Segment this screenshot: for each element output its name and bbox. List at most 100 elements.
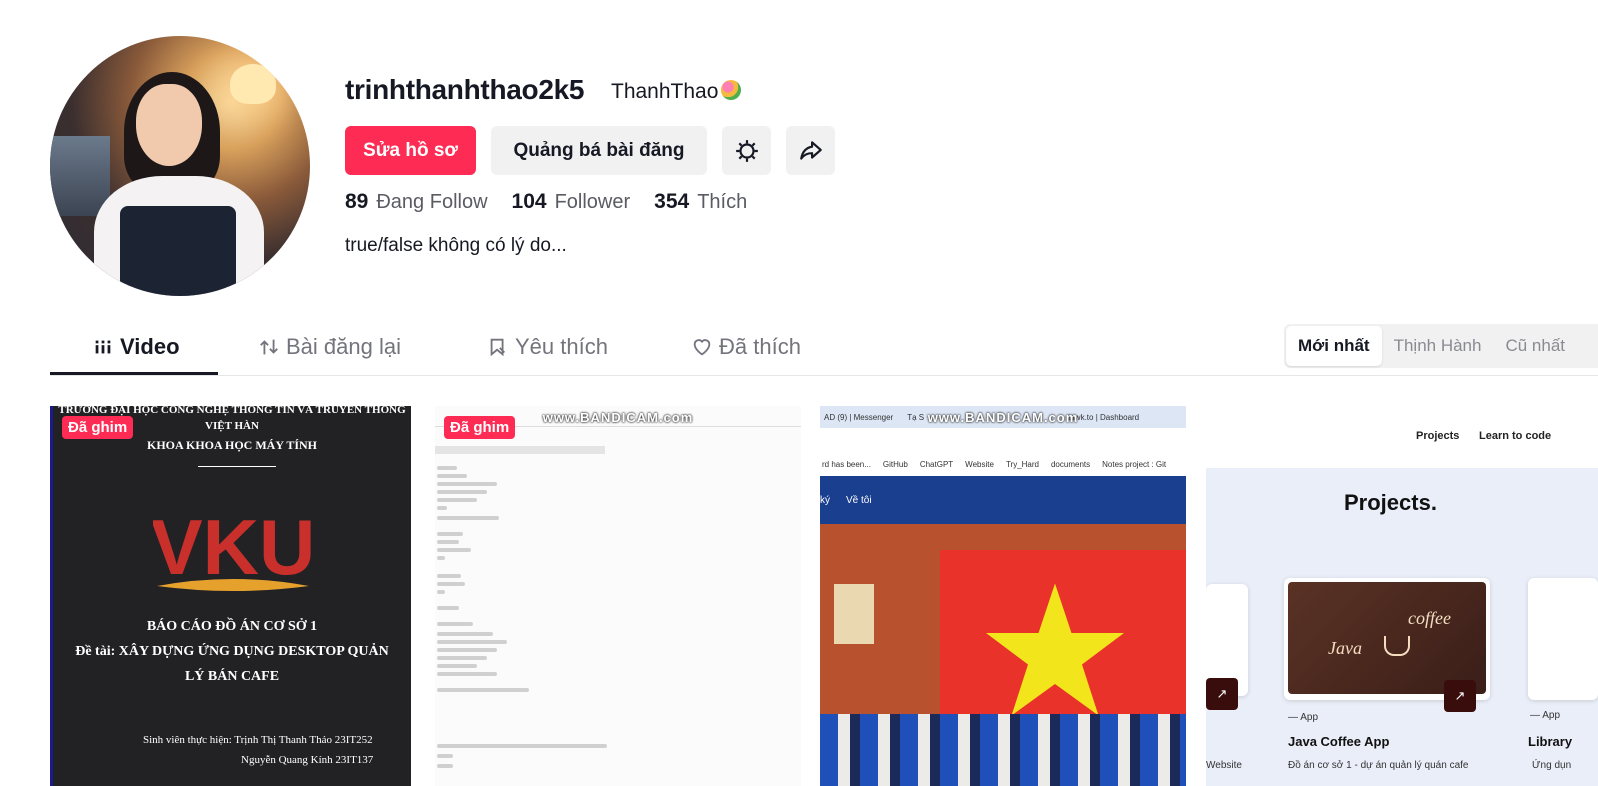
- bookmark-item: documents: [1050, 459, 1091, 469]
- doc-divider: [198, 466, 276, 467]
- doc-student-2: Nguyễn Quang Kính 23IT137: [241, 754, 374, 766]
- following-count: 89: [345, 190, 369, 213]
- tab-liked-label: Đã thích: [719, 334, 801, 359]
- avatar-overall: [120, 206, 236, 296]
- sort-oldest[interactable]: Cũ nhất: [1493, 326, 1577, 366]
- card-tag: — App: [1530, 710, 1561, 721]
- code-line: [437, 688, 529, 692]
- code-line: [437, 622, 473, 626]
- video-card[interactable]: Projects Learn to code Projects. ↗ Java …: [1206, 406, 1598, 786]
- thumb-coffee-text: coffee: [1408, 608, 1451, 628]
- followers-label: Follower: [554, 191, 631, 213]
- hall-scene: [820, 524, 1186, 786]
- tab-video[interactable]: Video: [92, 334, 180, 360]
- code-line: [437, 632, 493, 636]
- tab-liked[interactable]: Đã thích: [691, 334, 801, 360]
- nickname: ThanhThao: [611, 80, 742, 104]
- editor-toolbar: [435, 446, 605, 454]
- projects-title: Projects.: [1344, 490, 1437, 515]
- code-line: [437, 540, 459, 544]
- bookmark-item: Website: [965, 459, 994, 469]
- code-line: [437, 532, 463, 536]
- followers-stat[interactable]: 104 Follower: [512, 190, 631, 214]
- code-line: [437, 656, 487, 660]
- star-icon: [986, 583, 1124, 716]
- avatar-face: [136, 84, 202, 166]
- video-card[interactable]: AD (9) | Messenger Tạ S tawk.to | Dashbo…: [820, 406, 1186, 786]
- likes-count: 354: [654, 190, 690, 213]
- tab-video-label: Video: [120, 334, 180, 359]
- coffee-cup-icon: [1384, 636, 1410, 656]
- code-line: [437, 490, 487, 494]
- username: trinhthanhthao2k5: [345, 74, 585, 105]
- promote-post-button[interactable]: Quảng bá bài đăng: [491, 126, 707, 175]
- bookmark-item: Notes project : Git: [1102, 459, 1167, 469]
- profile-stats: 89 Đang Follow 104 Follower 354 Thích: [345, 190, 747, 214]
- doc-topic-line2: LÝ BÁN CAFE: [184, 669, 280, 684]
- tab-repost-label: Bài đăng lại: [286, 334, 401, 359]
- site-nav: ký Về tôi: [820, 476, 1186, 524]
- code-line: [437, 516, 499, 520]
- doc-topic-line1: Đề tài: XÂY DỰNG ỨNG DỤNG DESKTOP QUẢN: [75, 644, 389, 659]
- doc-university-line: TRƯỜNG ĐẠI HỌC CÔNG NGHỆ THÔNG TIN VÀ TR…: [58, 406, 406, 416]
- likes-stat: 354 Thích: [654, 190, 747, 214]
- avatar-bg-shelf: [50, 136, 110, 216]
- code-line: [437, 744, 607, 748]
- edit-profile-button[interactable]: Sửa hồ sơ: [345, 126, 476, 175]
- tab-favorites[interactable]: Yêu thích: [487, 334, 608, 360]
- repost-icon: [260, 339, 278, 355]
- vku-logo: VKU: [153, 506, 313, 591]
- settings-button[interactable]: [722, 126, 771, 175]
- open-arrow-icon: ↗: [1444, 680, 1476, 712]
- sort-popular[interactable]: Thịnh Hành: [1382, 326, 1494, 366]
- sort-newest[interactable]: Mới nhất: [1286, 326, 1382, 366]
- followers-count: 104: [511, 190, 547, 213]
- code-line: [437, 606, 459, 610]
- share-icon: [799, 140, 822, 160]
- bandicam-watermark: www.BANDICAM.com: [927, 410, 1079, 425]
- code-line: [437, 672, 497, 676]
- share-button[interactable]: [786, 126, 835, 175]
- site-nav-item: ký: [820, 494, 830, 506]
- active-tab-indicator: [50, 372, 218, 375]
- projects-hero: Projects. ↗ Java coffee ↗ — App Java Cof…: [1206, 468, 1598, 786]
- following-stat[interactable]: 89 Đang Follow: [345, 190, 488, 214]
- vku-logo-text: VKU: [153, 506, 313, 591]
- doc-report-title: BÁO CÁO ĐỒ ÁN CƠ SỞ 1: [146, 619, 318, 634]
- code-line: [437, 466, 457, 470]
- avatar-bg-lamp: [230, 64, 276, 104]
- thumb-java-text: Java: [1328, 638, 1362, 658]
- code-line: [437, 664, 477, 668]
- avatar[interactable]: [50, 36, 310, 296]
- card-tag: — App: [1288, 712, 1319, 723]
- card-tag-text: App: [1542, 710, 1561, 721]
- open-arrow-icon: ↗: [1206, 678, 1238, 710]
- vku-banner: [834, 584, 874, 644]
- pinned-badge: Đã ghim: [444, 416, 516, 439]
- card-title: Java Coffee App: [1288, 734, 1390, 749]
- students-crowd: [820, 714, 1186, 786]
- video-card[interactable]: Đã ghim www.BANDICAM.com: [435, 406, 801, 786]
- site-nav-item: Về tôi: [846, 494, 872, 506]
- code-line: [437, 582, 465, 586]
- doc-faculty: KHOA KHOA HỌC MÁY TÍNH: [146, 438, 317, 452]
- code-line: [437, 648, 497, 652]
- bookmark-item: GitHub: [882, 459, 908, 469]
- tab-favorites-label: Yêu thích: [515, 334, 608, 359]
- java-coffee-thumbnail: Java coffee: [1288, 582, 1486, 694]
- profile-page: trinhthanhthao2k5 ThanhThao Sửa hồ sơ Qu…: [0, 0, 1598, 786]
- portfolio-nav-learn: Learn to code: [1479, 430, 1552, 442]
- tab-repost[interactable]: Bài đăng lại: [258, 334, 401, 360]
- card-tag-text: App: [1300, 712, 1319, 723]
- code-line: [437, 590, 445, 594]
- video-card[interactable]: Đã ghim TRƯỜNG ĐẠI HỌC CÔNG NGHỆ THÔNG T…: [50, 406, 411, 786]
- flower-emoji-icon: [721, 80, 742, 100]
- nickname-text: ThanhThao: [611, 80, 719, 103]
- code-line: [437, 474, 467, 478]
- code-line: [437, 548, 471, 552]
- sort-selector: Mới nhất Thịnh Hành Cũ nhất: [1284, 324, 1598, 368]
- pinned-badge: Đã ghim: [62, 416, 134, 439]
- portfolio-nav-projects: Projects: [1416, 430, 1460, 442]
- code-line: [437, 574, 461, 578]
- card-title: Library: [1528, 734, 1573, 749]
